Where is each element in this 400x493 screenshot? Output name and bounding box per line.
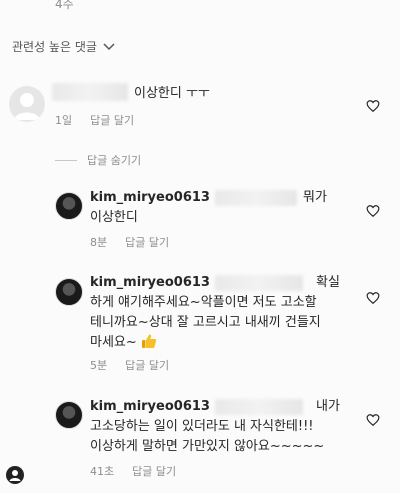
username[interactable]: kim_miryeo0613 (90, 399, 210, 414)
comment-time: 1일 (55, 114, 73, 127)
avatar[interactable] (55, 401, 83, 429)
reply-button[interactable]: 답글 달기 (90, 112, 134, 128)
previous-comment-time: 4주 (55, 0, 74, 11)
reply-tail: 뭐가 (303, 190, 327, 205)
reply-text-line1: kim_miryeo0613 (90, 397, 210, 417)
heart-icon[interactable] (366, 291, 380, 305)
default-user-icon (14, 93, 40, 120)
reply-time: 8분 (90, 236, 108, 249)
blurred-mention (215, 275, 303, 291)
reply-text-line3: 테니까요~상대 잘 고르시고 내새끼 건들지 (90, 315, 321, 330)
reply-tail: 내가 (316, 399, 340, 414)
reply-text-line2: 이상한디 (90, 210, 138, 225)
reply-time: 41초 (90, 465, 115, 478)
avatar[interactable] (55, 278, 83, 306)
blurred-username (52, 83, 128, 101)
comment-text: 이상한디 ㅜㅜ (134, 86, 210, 101)
reply-tail: 확실 (316, 275, 340, 290)
avatar[interactable] (9, 86, 45, 122)
reply-text-line1: kim_miryeo0613 (90, 188, 210, 208)
reply-text-line2: 고소당하는 일이 있더라도 내 자식한테!!! (90, 419, 314, 434)
reply-text-line4: 마세요~ (90, 333, 157, 353)
reply-text-line1: kim_miryeo0613 (90, 273, 210, 293)
blurred-mention (215, 190, 297, 206)
comment-sort-dropdown[interactable]: 관련성 높은 댓글 (12, 38, 115, 55)
username[interactable]: kim_miryeo0613 (90, 190, 210, 205)
chevron-down-icon (103, 42, 115, 50)
reply-meta: 5분 답글 달기 (90, 357, 169, 373)
reply-text-line3: 이상하게 말하면 가만있지 않아요~~~~~ (90, 439, 325, 454)
reply-meta: 8분 답글 달기 (90, 234, 169, 250)
avatar[interactable] (55, 192, 83, 220)
heart-icon[interactable] (366, 204, 380, 218)
reply-time: 5분 (90, 359, 108, 372)
username[interactable]: kim_miryeo0613 (90, 275, 210, 290)
hide-replies-toggle[interactable]: 답글 숨기기 (55, 152, 141, 168)
divider-line (55, 159, 77, 161)
user-icon (9, 470, 21, 481)
reply-button[interactable]: 답글 달기 (125, 234, 169, 250)
heart-icon[interactable] (366, 99, 380, 113)
thumbs-up-icon (141, 334, 157, 348)
hide-replies-label: 답글 숨기기 (87, 154, 142, 167)
heart-icon[interactable] (366, 413, 380, 427)
sort-label: 관련성 높은 댓글 (12, 40, 97, 54)
reply-meta: 41초 답글 달기 (90, 463, 176, 479)
reply-button[interactable]: 답글 달기 (125, 357, 169, 373)
comment-meta: 1일 답글 달기 (55, 112, 134, 128)
reply-text-line4-text: 마세요~ (90, 335, 137, 350)
reply-text-line2: 하게 얘기해주세요~악플이면 저도 고소할 (90, 295, 317, 310)
current-user-avatar[interactable] (6, 466, 24, 484)
reply-button[interactable]: 답글 달기 (132, 463, 176, 479)
blurred-mention (215, 399, 303, 415)
